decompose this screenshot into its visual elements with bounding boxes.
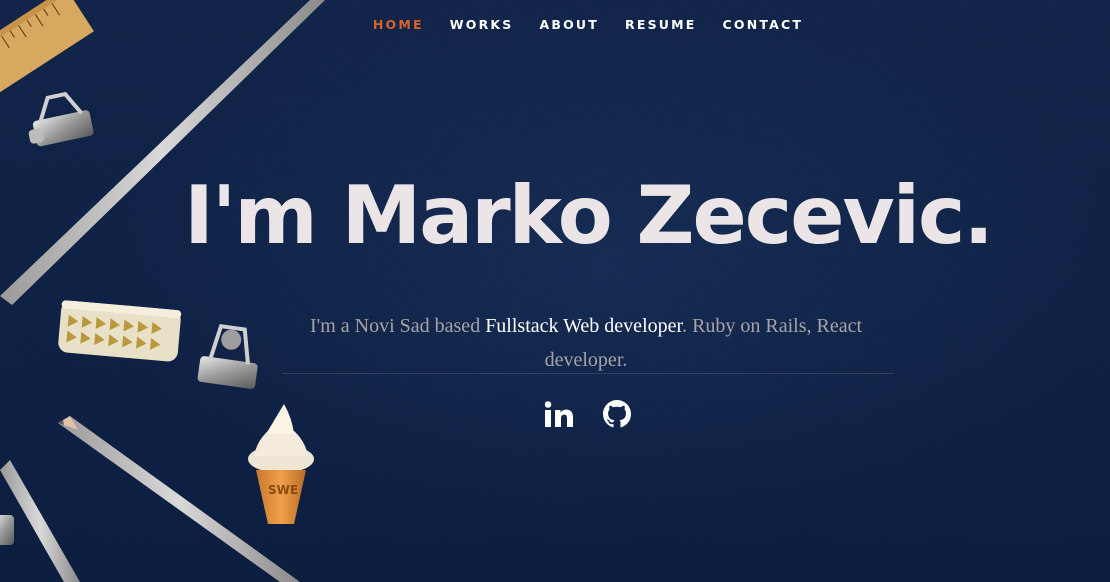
nav-link-home[interactable]: HOME bbox=[373, 17, 424, 32]
hero-headline-wrapper: I'm Marko Zecevic. bbox=[33, 168, 1110, 264]
intro-highlight: Fullstack Web developer bbox=[485, 315, 683, 337]
hero-section: SWE HOME WORKS ABOUT RESUME CONTACT I'm … bbox=[0, 0, 1110, 582]
nav-link-works[interactable]: WORKS bbox=[450, 17, 514, 32]
linkedin-icon bbox=[545, 401, 573, 427]
nav-link-resume[interactable]: RESUME bbox=[625, 17, 697, 32]
nav-list: HOME WORKS ABOUT RESUME CONTACT bbox=[360, 14, 816, 33]
pencil-decor-bottom bbox=[58, 416, 300, 582]
intro-prefix: I'm a Novi Sad based bbox=[309, 315, 486, 337]
hero-headline: I'm Marko Zecevic. bbox=[184, 169, 994, 262]
washi-tape-decor bbox=[58, 300, 182, 362]
binder-clip-decor-top bbox=[28, 91, 94, 147]
github-link[interactable] bbox=[602, 398, 632, 430]
desk-background-image: SWE bbox=[0, 0, 325, 582]
pencil-decor-left bbox=[0, 460, 80, 582]
hero-intro: I'm a Novi Sad based Fullstack Web devel… bbox=[272, 309, 900, 377]
github-icon bbox=[603, 400, 631, 428]
binder-clip-decor-left bbox=[0, 515, 14, 545]
svg-text:SWE: SWE bbox=[268, 483, 298, 497]
linkedin-link[interactable] bbox=[544, 398, 574, 430]
social-links bbox=[33, 398, 1110, 430]
nav-link-contact[interactable]: CONTACT bbox=[723, 17, 804, 32]
main-navigation: HOME WORKS ABOUT RESUME CONTACT bbox=[0, 0, 1110, 46]
binder-clip-decor-middle bbox=[197, 323, 258, 389]
hero-divider bbox=[282, 373, 894, 374]
nav-link-about[interactable]: ABOUT bbox=[540, 17, 600, 32]
